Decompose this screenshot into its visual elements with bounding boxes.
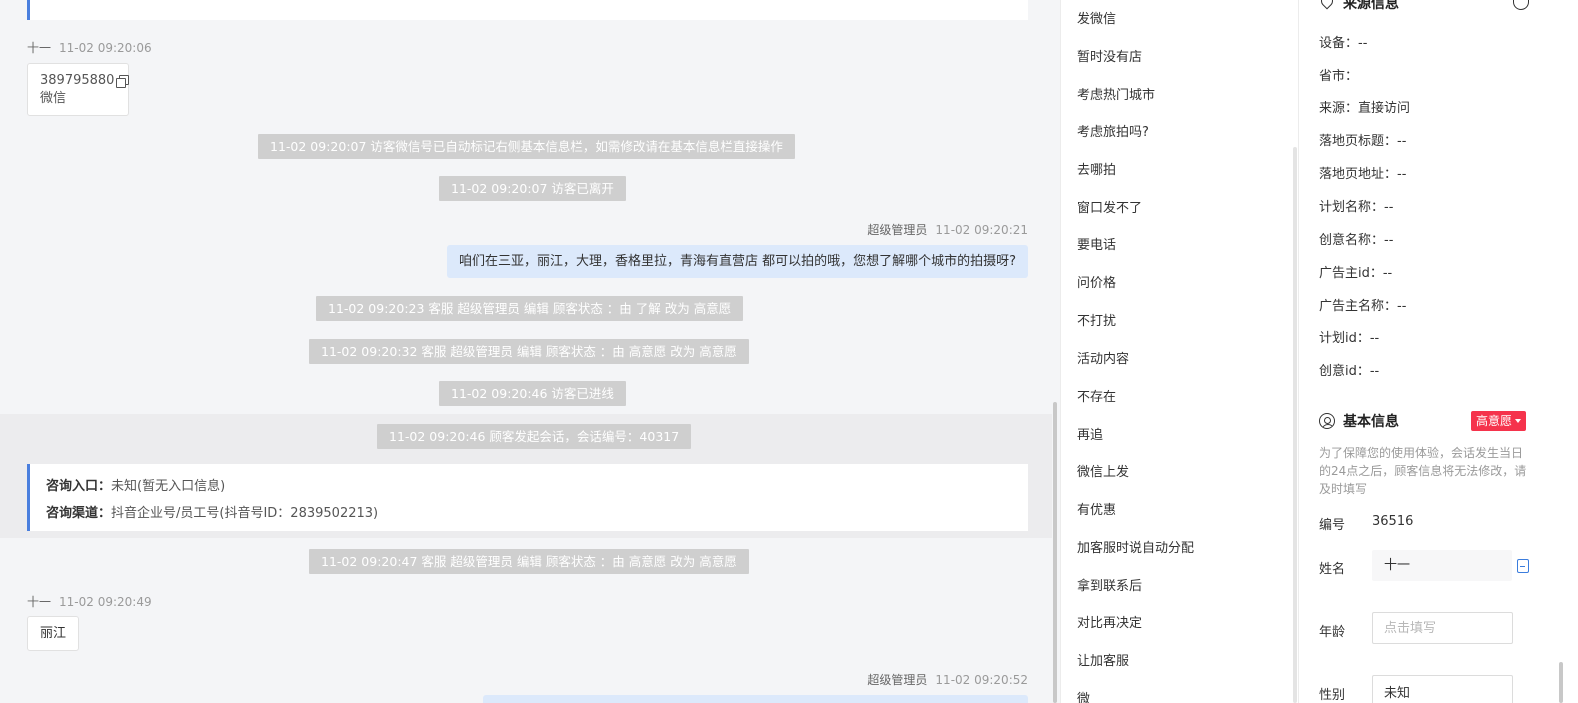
system-message: 11-02 09:20:07 访客微信号已自动标记右侧基本信息栏，如需修改请在基… bbox=[258, 134, 795, 159]
user-icon bbox=[1319, 413, 1335, 429]
edit-notice: 为了保障您的使用体验，会话发生当日的24点之后，顾客信息将无法修改，请及时填写 bbox=[1319, 446, 1527, 496]
source-creative-name: 创意名称：-- bbox=[1319, 233, 1394, 248]
quick-reply-item[interactable]: 发微信 bbox=[1077, 8, 1116, 27]
system-message: 11-02 09:20:23 客服 超级管理员 编辑 顾客状态 ：由 了解 改为… bbox=[316, 296, 744, 321]
shield-icon[interactable] bbox=[1513, 0, 1529, 10]
visitor-message-bubble[interactable]: 丽江 bbox=[27, 616, 80, 651]
chat-scrollbar[interactable] bbox=[1053, 402, 1057, 703]
system-message: 11-02 09:20:32 客服 超级管理员 编辑 顾客状态 ：由 高意愿 改… bbox=[309, 339, 749, 364]
id-label: 编号 bbox=[1319, 518, 1346, 533]
source-province: 省市： bbox=[1319, 69, 1359, 84]
quick-reply-scrollbar[interactable] bbox=[1293, 147, 1297, 703]
name-label: 姓名 bbox=[1319, 562, 1346, 577]
message-time: 11-02 09:20:21 bbox=[935, 223, 1028, 237]
consult-channel-row: 咨询渠道：抖音企业号/员工号(抖音号ID：2839502213) bbox=[46, 506, 379, 521]
quick-reply-item[interactable]: 考虑旅拍吗? bbox=[1077, 121, 1149, 140]
name-field[interactable]: 十一 bbox=[1372, 550, 1512, 581]
chevron-down-icon bbox=[1515, 419, 1522, 423]
quick-reply-item[interactable]: 不存在 bbox=[1077, 386, 1116, 405]
quick-reply-item[interactable]: 不打扰 bbox=[1077, 310, 1116, 329]
message-time: 11-02 09:20:49 bbox=[59, 595, 152, 609]
age-label: 年龄 bbox=[1319, 625, 1346, 640]
customer-info-panel: 来源信息 设备：-- 省市： 来源：直接访问 落地页标题：-- 落地页地址：--… bbox=[1298, 0, 1578, 703]
contact-card[interactable]: 389795880 微信 bbox=[27, 63, 130, 116]
contact-number-row: 389795880 bbox=[40, 72, 130, 90]
source-advertiser-id: 广告主id：-- bbox=[1319, 266, 1393, 281]
info-panel-scrollbar[interactable] bbox=[1559, 662, 1563, 703]
source-plan-name: 计划名称：-- bbox=[1319, 200, 1394, 215]
system-message: 11-02 09:20:47 客服 超级管理员 编辑 顾客状态 ：由 高意愿 改… bbox=[309, 549, 749, 574]
quick-reply-item[interactable]: 问价格 bbox=[1077, 272, 1116, 291]
intent-status-label: 高意愿 bbox=[1476, 414, 1513, 428]
quick-reply-item[interactable]: 对比再决定 bbox=[1077, 612, 1142, 631]
location-pin-icon bbox=[1319, 0, 1335, 11]
quick-reply-item[interactable]: 活动内容 bbox=[1077, 348, 1129, 367]
sender-name: 超级管理员 bbox=[867, 223, 928, 237]
source-plan-id: 计划id：-- bbox=[1319, 331, 1380, 346]
system-message: 11-02 09:20:46 访客已进线 bbox=[439, 381, 626, 406]
source-advertiser-name: 广告主名称：-- bbox=[1319, 299, 1407, 314]
sender-name: 十一 bbox=[27, 41, 52, 55]
source-creative-id: 创意id：-- bbox=[1319, 364, 1380, 379]
quick-reply-item[interactable]: 去哪拍 bbox=[1077, 159, 1116, 178]
quick-reply-item[interactable]: 窗口发不了 bbox=[1077, 197, 1142, 216]
quick-reply-item[interactable]: 微信上发 bbox=[1077, 461, 1129, 480]
quick-reply-item[interactable]: 微 bbox=[1077, 688, 1090, 703]
agent-message-bubble[interactable]: 咱们在三亚，丽江，大理，香格里拉，青海有直营店 都可以拍的哦，您想了解哪个城市的… bbox=[446, 245, 1028, 278]
quick-reply-panel: 发微信 暂时没有店 考虑热门城市 考虑旅拍吗? 去哪拍 窗口发不了 要电话 问价… bbox=[1060, 0, 1298, 703]
message-time: 11-02 09:20:06 bbox=[59, 41, 152, 55]
quick-reply-item[interactable]: 暂时没有店 bbox=[1077, 46, 1142, 65]
quick-reply-item[interactable]: 再追 bbox=[1077, 424, 1103, 443]
id-value: 36516 bbox=[1372, 514, 1414, 529]
gender-label: 性别 bbox=[1319, 688, 1346, 703]
quick-reply-item[interactable]: 拿到联系后 bbox=[1077, 575, 1142, 594]
contact-type: 微信 bbox=[40, 91, 67, 106]
message-time: 11-02 09:20:52 bbox=[935, 673, 1028, 687]
chat-message-area[interactable]: 十一 11-02 09:20:06 389795880 微信 11-02 09:2… bbox=[0, 0, 1060, 703]
quick-reply-item[interactable]: 考虑热门城市 bbox=[1077, 84, 1155, 103]
document-icon[interactable] bbox=[1517, 559, 1529, 573]
source-info-header: 来源信息 bbox=[1319, 0, 1399, 13]
system-message: 11-02 09:20:46 顾客发起会话，会话编号：40317 bbox=[377, 424, 692, 449]
message-meta: 超级管理员 11-02 09:20:21 bbox=[867, 221, 1028, 238]
quick-reply-item[interactable]: 要电话 bbox=[1077, 234, 1116, 253]
source-origin: 来源：直接访问 bbox=[1319, 101, 1411, 116]
section-title: 来源信息 bbox=[1343, 0, 1399, 12]
gender-select[interactable] bbox=[1372, 675, 1513, 703]
message-meta: 十一 11-02 09:20:06 bbox=[27, 39, 152, 56]
basic-info-header: 基本信息 bbox=[1319, 411, 1399, 431]
quick-reply-item[interactable]: 让加客服 bbox=[1077, 650, 1129, 669]
system-message: 11-02 09:20:07 访客已离开 bbox=[439, 176, 626, 201]
previous-info-card bbox=[27, 0, 1028, 20]
quick-reply-item[interactable]: 有优惠 bbox=[1077, 499, 1116, 518]
consult-entry-row: 咨询入口：未知(暂无入口信息) bbox=[46, 479, 226, 494]
message-meta: 十一 11-02 09:20:49 bbox=[27, 593, 152, 610]
source-landing-title: 落地页标题：-- bbox=[1319, 134, 1407, 149]
quick-reply-item[interactable]: 加客服时说自动分配 bbox=[1077, 537, 1194, 556]
source-landing-url: 落地页地址：-- bbox=[1319, 167, 1407, 182]
section-title: 基本信息 bbox=[1343, 414, 1399, 430]
consult-entry-card: 咨询入口：未知(暂无入口信息) 咨询渠道：抖音企业号/员工号(抖音号ID：283… bbox=[27, 464, 1028, 531]
sender-name: 十一 bbox=[27, 595, 52, 609]
source-device: 设备：-- bbox=[1319, 36, 1368, 51]
sender-name: 超级管理员 bbox=[867, 673, 928, 687]
age-input[interactable] bbox=[1372, 612, 1513, 644]
intent-status-dropdown[interactable]: 高意愿 bbox=[1471, 411, 1527, 431]
message-meta: 超级管理员 11-02 09:20:52 bbox=[867, 671, 1028, 688]
agent-message-bubble[interactable] bbox=[483, 695, 1028, 703]
contact-number: 389795880 bbox=[40, 73, 115, 88]
